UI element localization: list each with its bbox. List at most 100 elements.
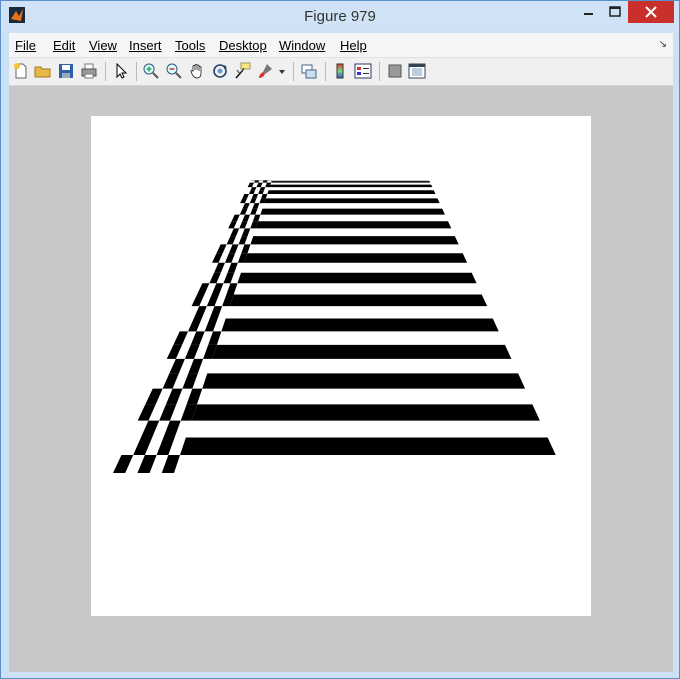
checker-cell [257, 182, 263, 185]
checker-cell [259, 187, 266, 191]
stripe-band [267, 190, 436, 195]
figure-canvas [9, 86, 673, 672]
checker-cell [163, 420, 181, 438]
checker-cell [252, 214, 261, 222]
checker-cell [256, 184, 262, 188]
figure-window: Figure 979 File Edit View Insert Tools D… [0, 0, 680, 679]
zoom-out-icon[interactable] [165, 62, 183, 80]
axes[interactable] [91, 116, 591, 616]
checker-cell [238, 236, 248, 245]
checker-cell [113, 454, 134, 473]
checker-cell [209, 306, 223, 319]
checker-cell [193, 306, 207, 319]
checker-cell [261, 194, 268, 199]
stripe-band [229, 294, 488, 307]
stripe-band [260, 208, 445, 215]
toolbar-separator [325, 62, 326, 81]
new-figure-icon[interactable] [12, 62, 30, 80]
stripe-band [221, 318, 499, 332]
pan-hand-icon[interactable] [188, 62, 206, 80]
checker-cell [242, 194, 249, 199]
menu-edit[interactable]: Edit [53, 38, 75, 53]
maximize-button[interactable] [602, 1, 628, 23]
checker-cell [239, 221, 248, 229]
checker-cell [169, 358, 185, 374]
checkerboard-stripe-pattern [113, 180, 556, 473]
checker-cell [166, 344, 183, 359]
menu-help[interactable]: Help [340, 38, 367, 53]
brush-icon[interactable] [257, 62, 275, 80]
menu-insert[interactable]: Insert [129, 38, 162, 53]
checker-cell [228, 244, 239, 254]
toolbar-separator [293, 62, 294, 81]
colorbar-icon[interactable] [331, 62, 349, 80]
zoom-in-icon[interactable] [142, 62, 160, 80]
checker-cell [240, 198, 248, 204]
checker-cell [191, 294, 205, 307]
stripe-band [269, 184, 433, 188]
show-plot-tools-icon[interactable] [408, 62, 426, 80]
minimize-button[interactable] [575, 1, 601, 23]
close-icon [645, 6, 657, 18]
menu-file[interactable]: File [15, 38, 36, 53]
checker-cell [224, 253, 236, 263]
checker-cell [241, 244, 251, 254]
menu-desktop[interactable]: Desktop [219, 38, 267, 53]
checker-cell [188, 358, 204, 374]
hide-plot-tools-icon[interactable] [386, 62, 404, 80]
stripe-band [255, 221, 452, 229]
checker-cell [265, 184, 271, 188]
checker-cell [188, 318, 202, 332]
toolbar-separator [105, 62, 106, 81]
checker-cell [182, 373, 198, 389]
checker-cell [206, 294, 220, 307]
title-bar[interactable]: Figure 979 [1, 1, 679, 31]
checker-cell [190, 331, 205, 345]
checker-cell [208, 331, 222, 345]
checker-cell [258, 190, 265, 195]
data-cursor-icon[interactable] [234, 62, 252, 80]
open-file-icon[interactable] [34, 62, 52, 80]
pointer-icon[interactable] [112, 62, 130, 80]
close-button[interactable] [628, 1, 674, 23]
checker-cell [228, 221, 237, 229]
stripe-band [212, 344, 512, 359]
rotate-3d-icon[interactable] [211, 62, 229, 80]
print-icon[interactable] [80, 62, 98, 80]
link-plot-icon[interactable] [300, 62, 318, 80]
legend-icon[interactable] [354, 62, 372, 80]
maximize-icon [609, 6, 621, 17]
toolbar-separator [136, 62, 137, 81]
stripe-band [250, 236, 459, 245]
checker-cell [212, 253, 223, 263]
checker-cell [263, 180, 268, 182]
checker-cell [254, 180, 260, 182]
stripe-band [244, 253, 468, 263]
checker-cell [209, 272, 221, 284]
menu-window[interactable]: Window [279, 38, 325, 53]
save-icon[interactable] [57, 62, 75, 80]
checker-cell [162, 373, 179, 389]
checker-cell [251, 194, 259, 199]
stripe-band [191, 404, 540, 421]
minimize-icon [584, 13, 593, 15]
checker-cell [197, 283, 210, 295]
chevron-down-icon[interactable] [277, 62, 287, 80]
checker-cell [241, 228, 251, 237]
checker-cell [254, 181, 259, 183]
checker-cell [239, 208, 248, 215]
checker-cell [133, 437, 153, 455]
checker-cell [249, 198, 257, 204]
checker-cell [230, 228, 240, 237]
checker-cell [211, 283, 224, 295]
menu-view[interactable]: View [89, 38, 117, 53]
menu-tools[interactable]: Tools [175, 38, 205, 53]
dock-arrow-icon[interactable]: ↘ [659, 39, 667, 50]
checker-cell [216, 244, 227, 254]
toolbar-separator [379, 62, 380, 81]
stripe-band [180, 437, 556, 455]
checker-cell [184, 344, 200, 359]
checker-cell [161, 454, 181, 473]
checker-cell [214, 262, 225, 273]
checker-cell [137, 454, 157, 473]
